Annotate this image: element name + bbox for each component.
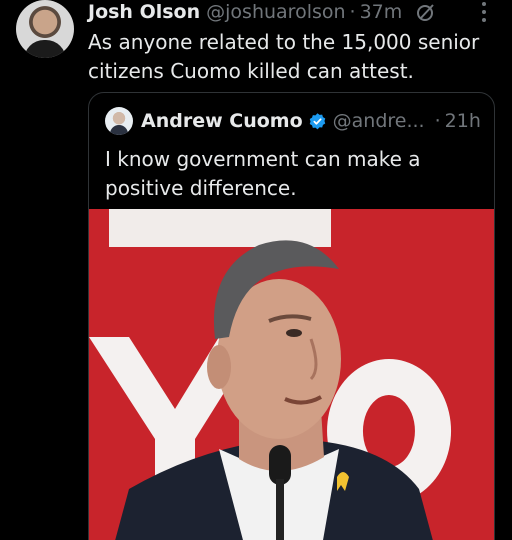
separator-dot: ·	[349, 1, 356, 23]
author-avatar[interactable]	[16, 0, 74, 58]
tweet-header: Josh Olson @joshuarolson · 37m	[88, 0, 436, 24]
quoted-tweet[interactable]: Andrew Cuomo @andre... · 21h I know gove…	[88, 92, 495, 540]
quoted-author-name[interactable]: Andrew Cuomo	[141, 110, 303, 132]
quoted-separator-dot: ·	[434, 110, 441, 132]
author-name[interactable]: Josh Olson	[88, 1, 200, 23]
author-handle[interactable]: @joshuarolson	[206, 1, 345, 23]
quoted-author-handle[interactable]: @andre...	[333, 110, 425, 132]
quoted-tweet-header: Andrew Cuomo @andre... · 21h	[105, 107, 481, 135]
tweet-timestamp[interactable]: 37m	[360, 1, 403, 23]
quoted-tweet-timestamp[interactable]: 21h	[445, 110, 481, 132]
quoted-tweet-photo[interactable]: YO	[89, 209, 494, 540]
quoted-author-avatar[interactable]	[105, 107, 133, 135]
avatar-shirt	[24, 40, 66, 58]
tweet-text: As anyone related to the 15,000 senior c…	[88, 30, 480, 83]
quoted-tweet-text: I know government can make a positive di…	[105, 147, 421, 200]
more-options-icon[interactable]	[482, 2, 488, 22]
verified-icon	[309, 112, 325, 129]
grok-icon[interactable]	[416, 2, 436, 22]
